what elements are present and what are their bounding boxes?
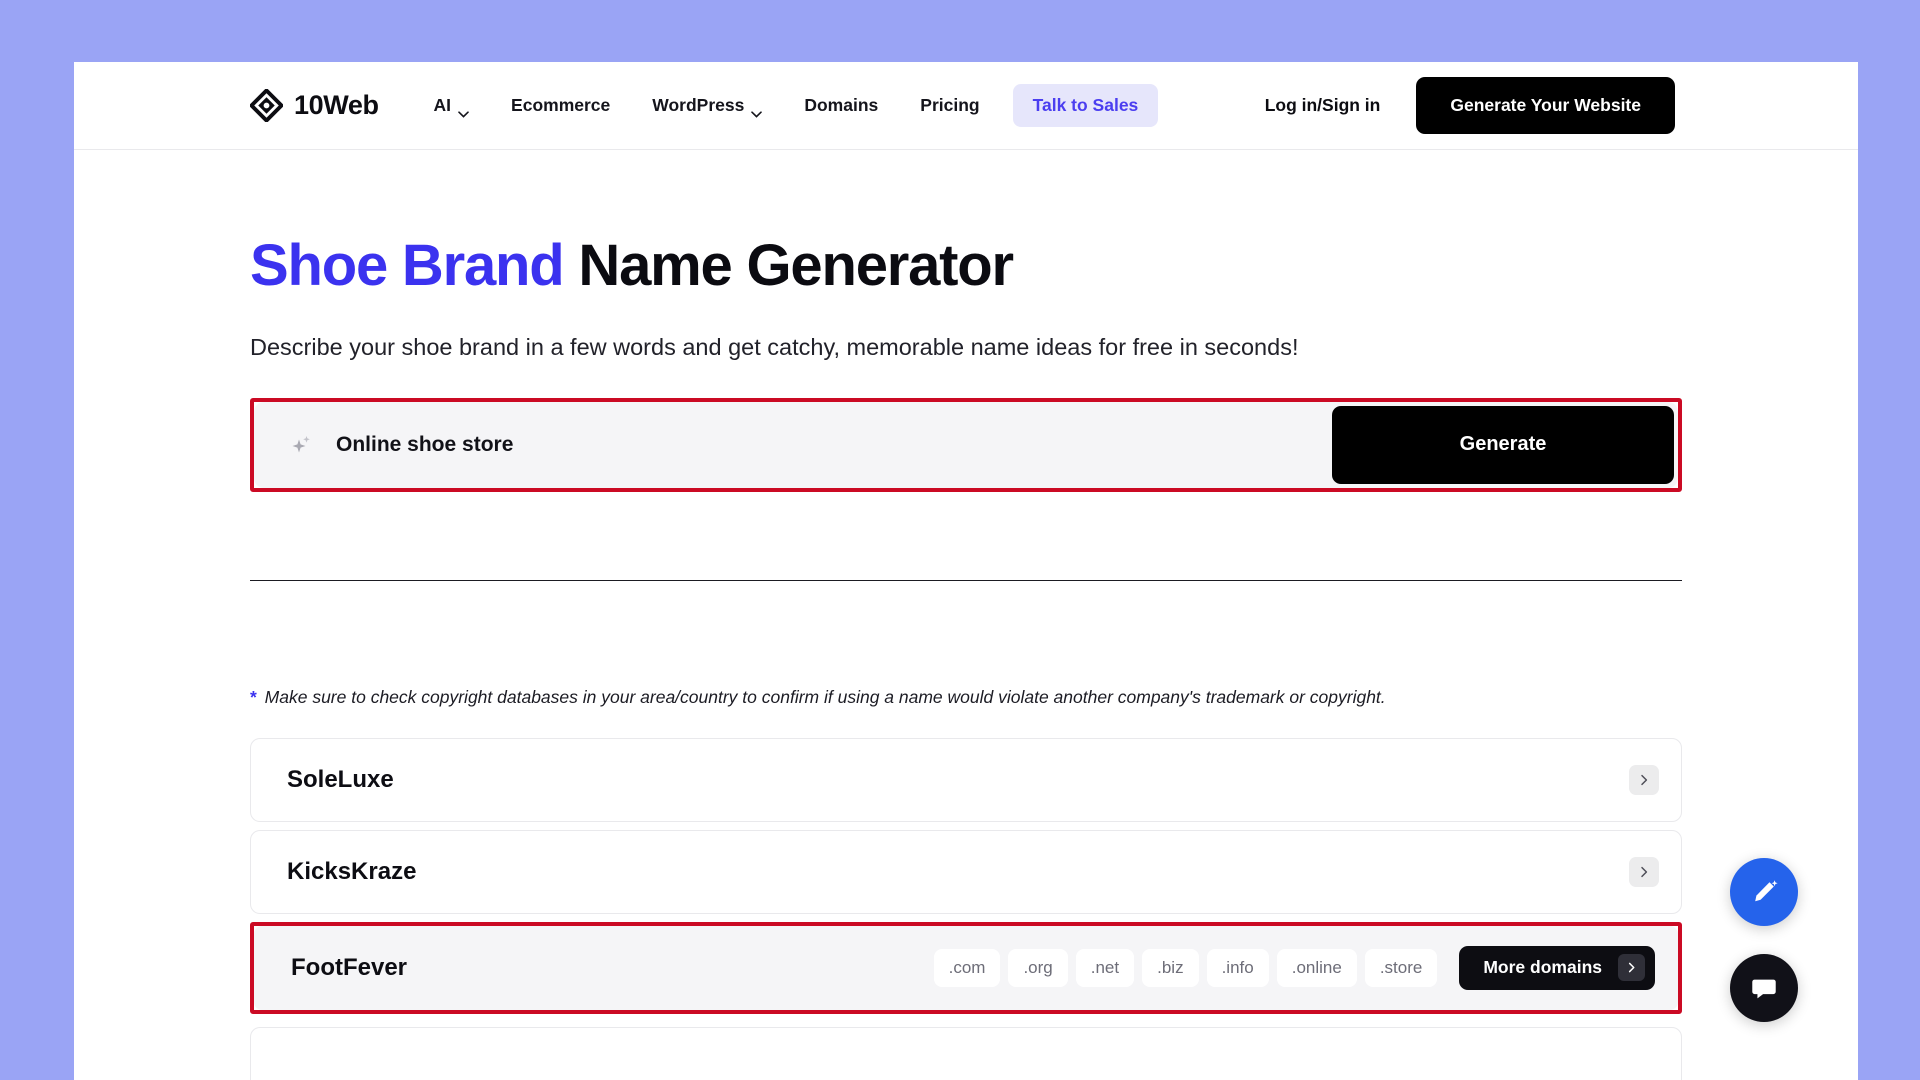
domain-chip[interactable]: .online: [1276, 948, 1357, 987]
nav-item-label: AI: [433, 95, 452, 115]
result-name: KicksKraze: [287, 857, 417, 885]
ai-assistant-fab[interactable]: [1730, 858, 1798, 926]
result-row[interactable]: SoleLuxe: [250, 737, 1682, 822]
chevron-down-icon: [458, 102, 469, 118]
nav-item-ecommerce[interactable]: Ecommerce: [490, 85, 631, 126]
page-title-accent: Shoe Brand: [250, 233, 565, 298]
result-row-highlight-box: FootFever .com .org .net .biz .info .onl…: [250, 921, 1682, 1014]
domain-chip[interactable]: .org: [1008, 948, 1068, 987]
nav-item-label: Ecommerce: [511, 95, 611, 115]
domain-chip[interactable]: .info: [1206, 948, 1269, 987]
result-name: SoleLuxe: [287, 765, 394, 793]
nav-links: AI Ecommerce WordPress Domains Pricing T…: [413, 84, 1159, 127]
10web-diamond-logo-icon: [248, 87, 285, 124]
sparkle-icon: [290, 433, 314, 457]
section-divider: [250, 579, 1682, 581]
page-title-rest: Name Generator: [563, 233, 1014, 298]
copyright-disclaimer: * Make sure to check copyright databases…: [250, 687, 1682, 708]
expand-row-chevron-icon[interactable]: [1629, 856, 1659, 887]
nav-item-pricing[interactable]: Pricing: [899, 85, 1000, 126]
generate-your-website-button[interactable]: Generate Your Website: [1416, 77, 1675, 134]
results-list: SoleLuxe KicksKraze FootFever .com .org …: [250, 737, 1682, 1080]
brand-name: 10Web: [294, 90, 379, 120]
nav-item-domains[interactable]: Domains: [783, 85, 899, 126]
disclaimer-text: Make sure to check copyright databases i…: [259, 686, 1386, 707]
nav-right-group: Log in/Sign in Generate Your Website: [1265, 77, 1858, 134]
disclaimer-asterisk: *: [250, 686, 257, 707]
brand-logo[interactable]: 10Web: [248, 87, 379, 124]
prompt-highlight-box: Online shoe store Generate: [250, 397, 1682, 492]
result-name: FootFever: [291, 953, 408, 981]
result-row[interactable]: FootFever .com .org .net .biz .info .onl…: [254, 925, 1678, 1010]
domain-chip[interactable]: .net: [1075, 948, 1135, 987]
domain-chip-list: .com .org .net .biz .info .online .store: [933, 948, 1438, 987]
talk-to-sales-button[interactable]: Talk to Sales: [1012, 84, 1159, 127]
page-subtitle: Describe your shoe brand in a few words …: [250, 333, 1299, 360]
prompt-input-value[interactable]: Online shoe store: [336, 433, 1332, 457]
result-row[interactable]: KicksKraze: [250, 829, 1682, 914]
page-title: Shoe Brand Name Generator: [250, 234, 1682, 298]
generate-button[interactable]: Generate: [1332, 405, 1674, 484]
nav-item-wordpress[interactable]: WordPress: [631, 85, 783, 126]
domain-chip[interactable]: .com: [933, 948, 1001, 987]
page-frame: 10Web AI Ecommerce WordPress Domains Pri…: [74, 62, 1858, 1080]
result-row[interactable]: [250, 1026, 1682, 1080]
chat-bubble-fab[interactable]: [1730, 954, 1798, 1022]
nav-item-ai[interactable]: AI: [413, 85, 491, 126]
main-navigation: 10Web AI Ecommerce WordPress Domains Pri…: [74, 62, 1858, 150]
prompt-input-bar[interactable]: Online shoe store Generate: [254, 401, 1678, 488]
login-signin-link[interactable]: Log in/Sign in: [1265, 95, 1381, 116]
nav-item-label: WordPress: [652, 95, 745, 115]
domain-chip[interactable]: .store: [1364, 948, 1438, 987]
expand-row-chevron-icon[interactable]: [1629, 764, 1659, 795]
main-content: Shoe Brand Name Generator Describe your …: [74, 234, 1858, 1080]
more-domains-chevron-icon: [1618, 954, 1645, 982]
more-domains-button[interactable]: More domains: [1459, 945, 1655, 990]
more-domains-label: More domains: [1483, 957, 1602, 978]
domain-chip[interactable]: .biz: [1142, 948, 1199, 987]
nav-item-label: Pricing: [920, 95, 980, 115]
chevron-down-icon: [751, 102, 763, 118]
nav-item-label: Domains: [804, 95, 879, 115]
